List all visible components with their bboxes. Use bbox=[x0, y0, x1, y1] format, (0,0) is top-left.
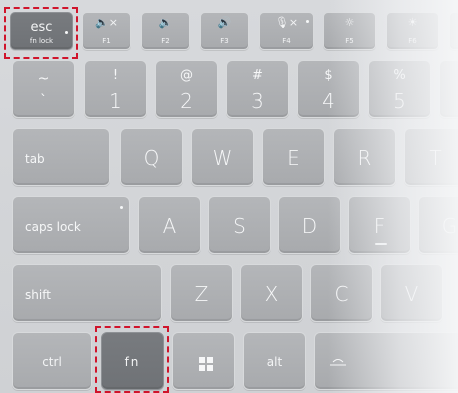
fn-key[interactable]: fn bbox=[101, 332, 164, 390]
e-label: E bbox=[287, 146, 300, 170]
tab-key[interactable]: tab bbox=[12, 128, 110, 186]
w-label: W bbox=[212, 146, 233, 170]
f3-key[interactable]: 🔊 F3 bbox=[200, 12, 249, 50]
f1-key[interactable]: 🔈× F1 bbox=[82, 12, 131, 50]
copilot-key[interactable] bbox=[314, 332, 458, 390]
x-label: X bbox=[264, 282, 279, 306]
f6-key[interactable]: ☀ F6 bbox=[386, 12, 439, 50]
d-label: D bbox=[301, 214, 318, 238]
c-label: C bbox=[334, 282, 349, 306]
f-key-home-bump bbox=[375, 243, 387, 245]
key-1[interactable]: ! 1 bbox=[84, 60, 147, 118]
f4-key[interactable]: 🎙× F4 bbox=[259, 12, 314, 50]
digit-2-label: 2 bbox=[180, 89, 193, 113]
fn-lock-label: fn lock bbox=[29, 37, 54, 45]
t-label: T bbox=[429, 146, 442, 170]
volume-down-icon: 🔉 bbox=[158, 16, 173, 29]
ctrl-label: ctrl bbox=[42, 355, 62, 369]
key-f[interactable]: F bbox=[348, 196, 411, 254]
q-label: Q bbox=[143, 146, 160, 170]
tilde-label: ~ bbox=[37, 71, 50, 87]
key-w[interactable]: W bbox=[191, 128, 254, 186]
brightness-up-icon: ☀ bbox=[407, 16, 418, 29]
r-label: R bbox=[357, 146, 372, 170]
shift-label: shift bbox=[25, 288, 51, 302]
key-x[interactable]: X bbox=[240, 264, 303, 322]
tilde-key[interactable]: ~ ` bbox=[12, 60, 75, 118]
digit-3-label: 3 bbox=[251, 89, 264, 113]
digit-5-label: 5 bbox=[393, 89, 406, 113]
key-a[interactable]: A bbox=[138, 196, 201, 254]
esc-key[interactable]: esc fn lock bbox=[10, 12, 73, 50]
backtick-label: ` bbox=[40, 93, 47, 109]
key-d[interactable]: D bbox=[278, 196, 341, 254]
mic-mute-indicator bbox=[306, 20, 309, 23]
digit-1-label: 1 bbox=[109, 89, 122, 113]
keyboard: esc fn lock 🔈× F1 🔉 F2 🔊 F3 🎙× F4 ☼ F5 ☀… bbox=[0, 0, 458, 393]
key-6[interactable] bbox=[439, 60, 458, 118]
f6-label: F6 bbox=[408, 37, 417, 45]
key-s[interactable]: S bbox=[208, 196, 271, 254]
f-label: F bbox=[373, 214, 386, 238]
key-r[interactable]: R bbox=[333, 128, 396, 186]
f7-key[interactable] bbox=[449, 12, 458, 50]
key-v[interactable]: V bbox=[380, 264, 443, 322]
left-shift-key[interactable]: shift bbox=[12, 264, 162, 322]
key-5[interactable]: % 5 bbox=[368, 60, 431, 118]
hash-label: # bbox=[252, 68, 263, 83]
v-label: V bbox=[404, 282, 419, 306]
fn-lock-indicator bbox=[65, 31, 68, 34]
f5-label: F5 bbox=[345, 37, 354, 45]
key-t[interactable]: T bbox=[404, 128, 458, 186]
f4-label: F4 bbox=[282, 37, 291, 45]
key-2[interactable]: @ 2 bbox=[155, 60, 218, 118]
caps-lock-key[interactable]: caps lock bbox=[12, 196, 130, 254]
mute-icon: 🔈× bbox=[95, 16, 118, 29]
esc-key-label: esc bbox=[30, 20, 53, 35]
windows-key[interactable] bbox=[172, 332, 235, 390]
at-label: @ bbox=[180, 68, 193, 83]
key-c[interactable]: C bbox=[310, 264, 373, 322]
caps-lock-indicator bbox=[120, 206, 123, 209]
f2-key[interactable]: 🔉 F2 bbox=[141, 12, 190, 50]
key-e[interactable]: E bbox=[262, 128, 325, 186]
key-3[interactable]: # 3 bbox=[226, 60, 289, 118]
fn-label: fn bbox=[124, 355, 141, 369]
f5-key[interactable]: ☼ F5 bbox=[323, 12, 376, 50]
brightness-down-icon: ☼ bbox=[344, 16, 355, 29]
g-label: G bbox=[441, 214, 458, 238]
mic-mute-icon: 🎙× bbox=[274, 16, 299, 29]
exclamation-label: ! bbox=[112, 68, 119, 83]
f3-label: F3 bbox=[220, 37, 229, 45]
key-z[interactable]: Z bbox=[170, 264, 233, 322]
windows-icon bbox=[199, 357, 213, 371]
key-4[interactable]: $ 4 bbox=[297, 60, 360, 118]
caps-lock-label: caps lock bbox=[25, 220, 81, 234]
z-label: Z bbox=[194, 282, 209, 306]
s-label: S bbox=[233, 214, 246, 238]
left-ctrl-key[interactable]: ctrl bbox=[12, 332, 92, 390]
volume-up-icon: 🔊 bbox=[217, 16, 232, 29]
key-q[interactable]: Q bbox=[120, 128, 183, 186]
digit-4-label: 4 bbox=[322, 89, 335, 113]
f1-label: F1 bbox=[102, 37, 111, 45]
tab-label: tab bbox=[25, 152, 45, 166]
key-g[interactable]: G bbox=[418, 196, 458, 254]
a-label: A bbox=[162, 214, 177, 238]
percent-label: % bbox=[393, 68, 406, 83]
f2-label: F2 bbox=[161, 37, 170, 45]
left-alt-key[interactable]: alt bbox=[243, 332, 306, 390]
copilot-icon bbox=[330, 359, 346, 366]
alt-label: alt bbox=[266, 355, 283, 369]
dollar-label: $ bbox=[324, 68, 333, 83]
